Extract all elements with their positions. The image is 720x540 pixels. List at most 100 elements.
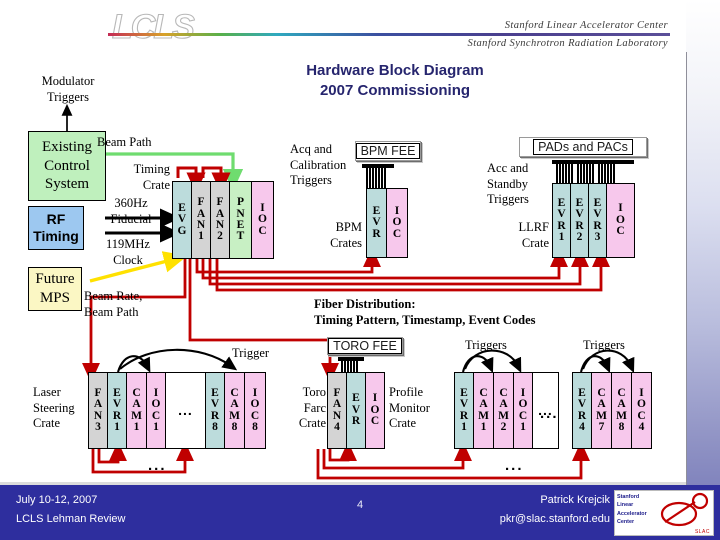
module-ioc4-profile[interactable]: IOC4 xyxy=(632,373,651,448)
module-evr-bpm[interactable]: EVR xyxy=(367,189,387,257)
label-toro: Toro xyxy=(302,385,326,399)
existing-control-system-l3: System xyxy=(44,176,90,193)
crate-timing[interactable]: EVG FAN1 FAN2 PNET IOC xyxy=(172,181,274,259)
module-pnet[interactable]: PNET xyxy=(230,182,252,258)
box-future-mps[interactable]: Future MPS xyxy=(28,267,82,311)
label-triggers-llrf: Triggers xyxy=(487,192,529,207)
module-fan1[interactable]: FAN1 xyxy=(192,182,211,258)
label-timing-crate-l2: Crate xyxy=(142,177,170,192)
footer-author: Patrick Krejcik xyxy=(540,494,610,506)
module-evr3-llrf[interactable]: EVR3 xyxy=(589,184,607,257)
module-ioc-llrf[interactable]: IOC xyxy=(607,184,634,257)
crate-profile-monitor-last[interactable]: EVR4 CAM7 CAM8 IOC4 xyxy=(572,372,652,449)
fan4-fiber-feeds xyxy=(316,441,590,480)
label-fiber-distribution: Fiber Distribution: Timing Pattern, Time… xyxy=(314,297,536,328)
footer-email[interactable]: pkr@slac.stanford.edu xyxy=(500,510,610,529)
label-steering: Steering xyxy=(33,400,75,415)
module-ioc8-laser[interactable]: IOC8 xyxy=(245,373,265,448)
slac-logo-tag: SLAC xyxy=(694,529,710,535)
module-fan2[interactable]: FAN2 xyxy=(211,182,230,258)
module-cam1-laser[interactable]: CAM1 xyxy=(127,373,147,448)
fee-pads-pacs[interactable]: PADs and PACs xyxy=(519,137,647,157)
module-ellipsis-laser: ... xyxy=(166,373,206,448)
crate-toro-farc[interactable]: FAN4 EVR IOC xyxy=(327,372,385,449)
crate-laser-steering[interactable]: FAN3 EVR1 CAM1 IOC1 ... EVR8 CAM8 IOC8 xyxy=(88,372,266,449)
label-triggers-bpm: Triggers xyxy=(290,173,332,188)
module-ioc-toro[interactable]: IOC xyxy=(366,373,384,448)
slide-header: LCLS Stanford Linear Accelerator Center … xyxy=(0,0,686,52)
label-llrf-crate: LLRF Crate xyxy=(497,220,549,251)
future-mps-l1: Future xyxy=(35,271,75,288)
label-ellipsis-profile-below: ... xyxy=(505,457,524,474)
module-evr1-llrf[interactable]: EVR1 xyxy=(553,184,571,257)
crate-bpm[interactable]: EVR IOC xyxy=(366,188,408,258)
module-evr1-profile[interactable]: EVR1 xyxy=(455,373,474,448)
label-modulator-triggers: Modulator Triggers xyxy=(18,74,118,105)
label-farc: Farc xyxy=(303,400,326,415)
label-trigger: Trigger xyxy=(232,346,270,360)
label-modulator-triggers-l1: Modulator xyxy=(41,74,95,88)
label-monitor: Monitor xyxy=(389,400,430,415)
label-360hz: 360Hz xyxy=(114,196,148,210)
label-ellipsis-laser-below: ... xyxy=(148,457,167,474)
module-ioc1-laser[interactable]: IOC1 xyxy=(147,373,166,448)
module-fan4[interactable]: FAN4 xyxy=(328,373,347,448)
footer-event: LCLS Lehman Review xyxy=(16,513,126,526)
module-ioc-timing[interactable]: IOC xyxy=(252,182,273,258)
module-fan3[interactable]: FAN3 xyxy=(89,373,108,448)
label-crate-profile: Crate xyxy=(389,416,417,431)
module-evr2-llrf[interactable]: EVR2 xyxy=(571,184,589,257)
label-bpm-crates: BPM Crates xyxy=(310,220,362,251)
module-evr8-laser[interactable]: EVR8 xyxy=(206,373,225,448)
module-evr1-laser[interactable]: EVR1 xyxy=(108,373,127,448)
label-crate-laser: Crate xyxy=(33,416,61,431)
ribbon-cable-bpm xyxy=(366,166,386,188)
box-existing-control-system[interactable]: Existing Control System xyxy=(28,131,106,201)
label-llrf: LLRF xyxy=(518,220,549,234)
label-laser: Laser xyxy=(33,385,61,399)
label-acq-and: Acq and xyxy=(290,142,332,156)
label-360hz-fiducial: 360Hz Fiducial xyxy=(95,196,167,227)
label-clock: Clock xyxy=(113,252,143,267)
module-cam8-laser[interactable]: CAM8 xyxy=(225,373,245,448)
label-modulator-triggers-l2: Triggers xyxy=(47,89,89,104)
fee-bpm[interactable]: BPM FEE xyxy=(355,141,421,161)
fee-pads-pacs-label: PADs and PACs xyxy=(533,138,633,156)
ribbon-cable-pads-2 xyxy=(577,163,594,184)
label-beam-rate-path: Beam Rate, Beam Path xyxy=(84,289,142,320)
label-fiber-distribution-2: Timing Pattern, Timestamp, Event Codes xyxy=(314,312,536,327)
module-evr-toro[interactable]: EVR xyxy=(347,373,366,448)
existing-control-system-l1: Existing xyxy=(41,138,92,155)
label-triggers-profile-last: Triggers xyxy=(583,338,625,352)
header-rainbow-rule xyxy=(108,33,670,36)
fee-toro[interactable]: TORO FEE xyxy=(327,337,403,355)
label-timing-crate: Timing Crate xyxy=(108,162,170,193)
right-edge-divider xyxy=(686,52,687,485)
label-laser-steering-crate: Laser Steering Crate xyxy=(33,385,75,432)
crate-llrf[interactable]: EVR1 EVR2 EVR3 IOC xyxy=(552,183,635,258)
box-rf-timing[interactable]: RF Timing xyxy=(28,206,84,250)
module-cam8-profile[interactable]: CAM8 xyxy=(612,373,632,448)
trigger-arc-profile-monitor xyxy=(461,349,522,373)
existing-control-system-l2: Control xyxy=(44,157,90,174)
label-ellipsis-between-crates: ... xyxy=(540,405,559,422)
module-cam1-profile[interactable]: CAM1 xyxy=(474,373,494,448)
label-triggers-profile: Triggers xyxy=(465,338,507,352)
label-119mhz: 119MHz xyxy=(106,237,150,251)
label-acc-standby-triggers: Acc and Standby Triggers xyxy=(487,161,529,208)
slac-logo: Stanford Linear Accelerator Center SLAC xyxy=(614,490,714,536)
module-ioc-bpm[interactable]: IOC xyxy=(387,189,407,257)
ribbon-cable-pads-3 xyxy=(598,163,615,184)
ribbon-cap-toro xyxy=(338,357,364,361)
label-beam-path: Beam Path xyxy=(97,135,152,149)
module-ioc1-profile[interactable]: IOC1 xyxy=(514,373,533,448)
slide-canvas: LCLS Stanford Linear Accelerator Center … xyxy=(0,0,720,540)
ribbon-cable-pads-1 xyxy=(556,163,573,184)
fee-toro-label: TORO FEE xyxy=(328,337,402,355)
module-cam7-profile[interactable]: CAM7 xyxy=(592,373,612,448)
module-evg[interactable]: EVG xyxy=(173,182,192,258)
module-cam2-profile[interactable]: CAM2 xyxy=(494,373,514,448)
module-evr4-profile[interactable]: EVR4 xyxy=(573,373,592,448)
svg-text:LCLS: LCLS xyxy=(112,8,195,46)
ribbon-cap-pads xyxy=(552,160,634,164)
